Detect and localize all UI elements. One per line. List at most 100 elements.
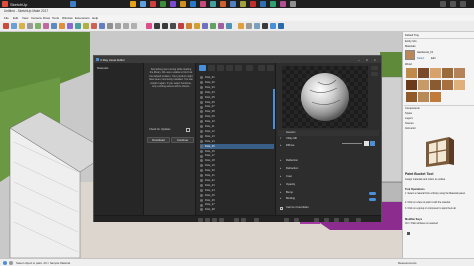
taskbar-app-icon[interactable] (270, 1, 276, 7)
select-tool-icon[interactable] (3, 23, 9, 29)
scale-tool-icon[interactable] (67, 23, 73, 29)
import-asset-icon[interactable] (205, 217, 210, 222)
tape-measure-icon[interactable] (83, 23, 89, 29)
taskbar-app-icon[interactable] (190, 1, 196, 7)
select-objects-icon[interactable] (334, 217, 339, 222)
vray-mesh-light-icon[interactable] (218, 23, 224, 29)
entity-info-header[interactable]: Entity Info (405, 40, 417, 43)
bump-toggle[interactable] (369, 191, 376, 195)
param-section-opacity[interactable]: ▸ Opacity (278, 182, 379, 188)
taskbar-app-icon[interactable] (150, 1, 156, 7)
render-preview-icon[interactable] (284, 217, 289, 222)
vray-spot-light-icon[interactable] (194, 23, 200, 29)
save-material-icon[interactable] (344, 217, 349, 222)
menu-extensions[interactable]: Extensions (75, 16, 90, 20)
credits-icon[interactable] (9, 260, 13, 265)
edit-tab[interactable]: Edit (431, 57, 435, 60)
offset-tool-icon[interactable] (75, 23, 81, 29)
check-updates-checkbox[interactable] (186, 128, 190, 132)
vray-asset-editor-icon[interactable] (154, 23, 160, 29)
vray-sphere-light-icon[interactable] (186, 23, 192, 29)
settings-icon[interactable] (246, 65, 253, 71)
material-swatch[interactable] (454, 80, 465, 90)
material-list-item[interactable]: Dots_28 (200, 207, 274, 212)
taskbar-app-icon[interactable] (250, 1, 256, 7)
menu-file[interactable]: File (4, 16, 9, 20)
taskbar-app-icon[interactable] (170, 1, 176, 7)
rotate-tool-icon[interactable] (59, 23, 65, 29)
minimize-icon[interactable]: – (358, 58, 360, 62)
material-category-select[interactable]: Wood (405, 63, 412, 66)
vray-frame-buffer-icon[interactable] (170, 23, 176, 29)
list-scrollbar[interactable] (273, 89, 275, 129)
vray-plane-icon[interactable] (254, 23, 260, 29)
current-material-swatch[interactable] (405, 50, 415, 60)
material-swatch[interactable] (406, 68, 417, 78)
rectangle-tool-icon[interactable] (35, 23, 41, 29)
textures-category-icon[interactable] (226, 65, 233, 71)
components-header[interactable]: Components (405, 107, 420, 110)
vray-interactive-icon[interactable] (162, 23, 168, 29)
material-options-icon[interactable] (294, 217, 299, 222)
system-tray-icon[interactable] (450, 1, 456, 7)
menu-draw[interactable]: Draw (43, 16, 50, 20)
override-checkbox[interactable] (280, 206, 283, 210)
menu-view[interactable]: View (22, 16, 28, 20)
override-row[interactable]: Can be Overridden (278, 205, 379, 211)
vray-ies-light-icon[interactable] (202, 23, 208, 29)
scenes-header[interactable]: Scenes (405, 122, 414, 125)
arc-tool-icon[interactable] (27, 23, 33, 29)
binding-toggle[interactable] (369, 197, 376, 201)
param-section-binding[interactable]: ▸ Binding (278, 196, 379, 202)
material-swatch[interactable] (418, 80, 429, 90)
paint-bucket-icon[interactable] (99, 23, 105, 29)
materials-header[interactable]: Materials (405, 45, 416, 48)
instructor-header[interactable]: Instructor (405, 127, 416, 130)
taskbar-app-icon[interactable] (180, 1, 186, 7)
geometry-category-icon[interactable] (217, 65, 224, 71)
menu-camera[interactable]: Camera (31, 16, 42, 20)
download-button[interactable]: Download (147, 137, 170, 143)
material-swatch[interactable] (406, 80, 417, 90)
param-section-coat[interactable]: ▸ Coat (278, 174, 379, 180)
purge-icon[interactable] (234, 217, 239, 222)
material-swatch[interactable] (430, 92, 441, 102)
vray-proxy-icon[interactable] (246, 23, 252, 29)
system-tray-icon[interactable] (440, 1, 446, 7)
vray-omni-light-icon[interactable] (210, 23, 216, 29)
lights-category-icon[interactable] (208, 65, 215, 71)
zoom-tool-icon[interactable] (123, 23, 129, 29)
apply-material-icon[interactable] (324, 217, 329, 222)
material-swatch[interactable] (430, 68, 441, 78)
material-swatch[interactable] (442, 68, 453, 78)
material-name-field[interactable]: Hardwood_01 (417, 51, 433, 54)
taskbar-app-icon[interactable] (140, 1, 146, 7)
param-section-diffuse[interactable]: ▸ Diffuse (278, 143, 379, 149)
param-section-reflection[interactable]: ▸ Reflection (278, 158, 379, 164)
vray-clipper-icon[interactable] (262, 23, 268, 29)
close-icon[interactable]: × (374, 58, 376, 62)
pick-material-icon[interactable] (314, 217, 319, 222)
vray-scene-export-icon[interactable] (278, 23, 284, 29)
eraser-tool-icon[interactable] (11, 23, 17, 29)
menu-edit[interactable]: Edit (13, 16, 18, 20)
orbit-tool-icon[interactable] (107, 23, 113, 29)
preview-shape-icon[interactable] (371, 72, 378, 76)
taskbar-app-icon[interactable] (230, 1, 236, 7)
taskbar-app-icon[interactable] (290, 1, 296, 7)
push-pull-tool-icon[interactable] (43, 23, 49, 29)
filter-icon[interactable] (241, 217, 246, 222)
taskbar-app-icon[interactable] (210, 1, 216, 7)
line-tool-icon[interactable] (19, 23, 25, 29)
material-swatch[interactable] (406, 92, 417, 102)
vray-light-icon[interactable] (178, 23, 184, 29)
taskbar-app-icon[interactable] (160, 1, 166, 7)
taskbar-app-icon[interactable] (130, 1, 136, 7)
taskbar-app-icon[interactable] (280, 1, 286, 7)
expand-panel-icon[interactable] (356, 217, 361, 222)
taskbar-app-icon[interactable] (220, 1, 226, 7)
text-tool-icon[interactable] (91, 23, 97, 29)
scrollbar-thumb[interactable] (407, 232, 410, 235)
dialog-title-bar[interactable]: V-Ray Asset Editor – □ × (94, 56, 381, 63)
undo-icon[interactable] (258, 65, 265, 71)
